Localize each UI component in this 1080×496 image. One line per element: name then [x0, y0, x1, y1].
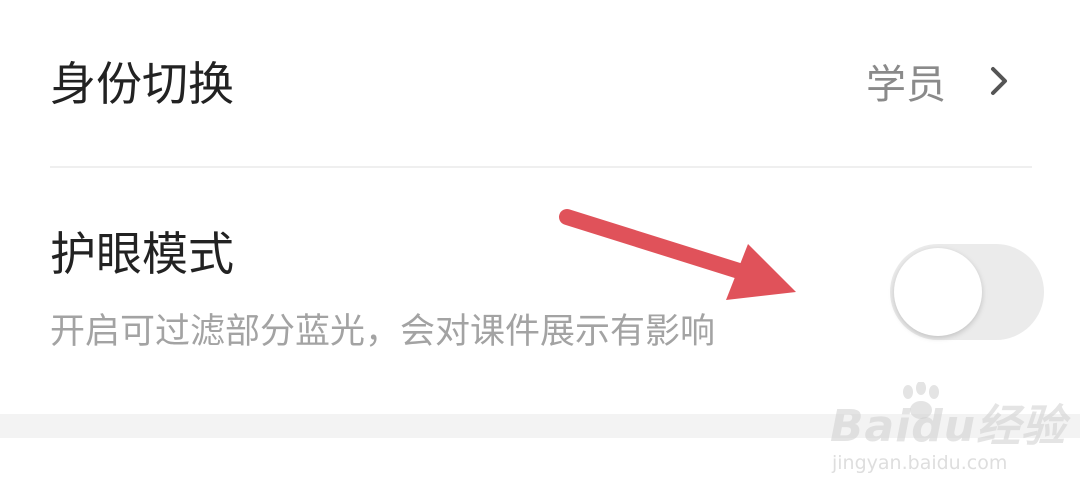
identity-current-value: 学员: [866, 62, 946, 108]
eye-protection-row: 护眼模式 开启可过滤部分蓝光，会对课件展示有影响: [0, 168, 1080, 414]
baidu-jingyan-watermark: Baidu经验 jingyan.baidu.com: [830, 380, 1065, 480]
watermark-brand: Baidu经验: [830, 401, 1067, 452]
annotation-arrow-icon: [559, 209, 796, 300]
chevron-right-icon: [991, 67, 1007, 95]
watermark-url: jingyan.baidu.com: [832, 452, 1008, 474]
eye-protection-toggle[interactable]: [890, 244, 1044, 340]
eye-protection-description: 开启可过滤部分蓝光，会对课件展示有影响: [50, 312, 716, 352]
identity-switch-row[interactable]: 身份切换 学员: [0, 0, 1080, 166]
toggle-knob: [894, 248, 982, 336]
identity-switch-title: 身份切换: [50, 57, 234, 111]
eye-protection-title: 护眼模式: [50, 227, 234, 281]
